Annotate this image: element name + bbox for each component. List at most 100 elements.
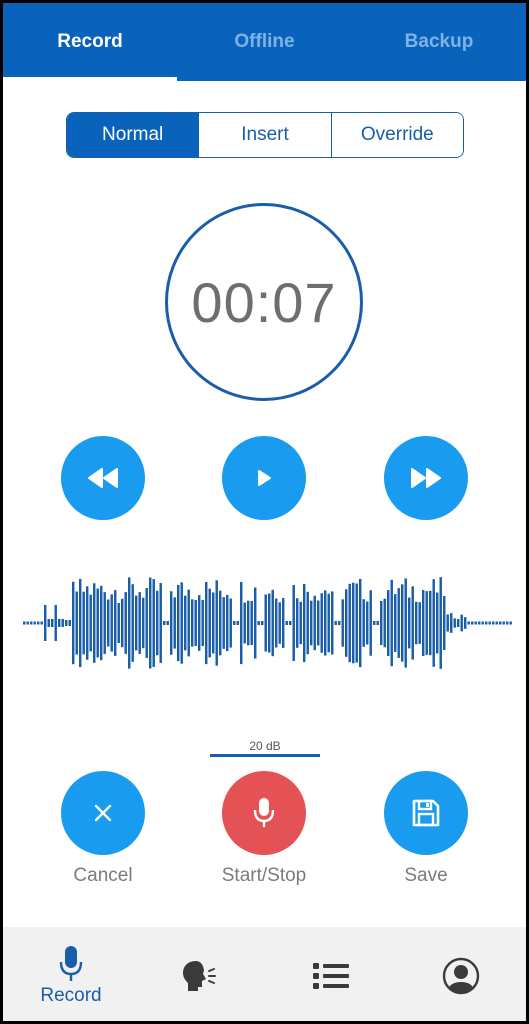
waveform-bar bbox=[250, 600, 253, 646]
waveform-bar bbox=[303, 583, 306, 663]
waveform-bar bbox=[404, 578, 407, 668]
mode-override[interactable]: Override bbox=[331, 113, 463, 157]
waveform-bar bbox=[79, 578, 82, 668]
waveform-bar bbox=[156, 590, 159, 656]
waveform-bar bbox=[257, 621, 260, 625]
waveform-bar bbox=[124, 592, 127, 654]
nav-profile[interactable] bbox=[396, 927, 526, 1021]
speech-icon bbox=[183, 960, 216, 991]
waveform-bar bbox=[334, 621, 337, 625]
waveform-bar bbox=[187, 589, 190, 657]
waveform-bar bbox=[44, 605, 47, 641]
waveform-bar bbox=[72, 581, 75, 665]
mode-insert[interactable]: Insert bbox=[199, 113, 332, 157]
waveform-bar bbox=[327, 593, 330, 653]
waveform-bar bbox=[359, 578, 362, 668]
waveform-bar bbox=[383, 598, 386, 648]
waveform-bar bbox=[453, 618, 456, 628]
waveform-bar bbox=[243, 602, 246, 644]
waveform-bar bbox=[152, 579, 155, 667]
waveform-bar bbox=[240, 581, 243, 665]
waveform-bar bbox=[229, 598, 232, 648]
waveform-bar bbox=[492, 621, 495, 625]
start-stop-label: Start/Stop bbox=[221, 865, 307, 886]
waveform-bar bbox=[89, 594, 92, 652]
waveform-bar bbox=[436, 592, 439, 654]
nav-record[interactable]: Record bbox=[6, 927, 136, 1021]
waveform-bar bbox=[173, 597, 176, 649]
waveform-bar bbox=[348, 583, 351, 663]
waveform-bar bbox=[506, 621, 509, 625]
waveform-bar bbox=[499, 621, 502, 625]
waveform-bar bbox=[271, 589, 274, 657]
waveform-bar bbox=[180, 582, 183, 664]
waveform-bar bbox=[310, 600, 313, 646]
cancel-button[interactable] bbox=[61, 771, 145, 855]
waveform-bar bbox=[138, 592, 141, 654]
profile-icon bbox=[442, 957, 480, 994]
waveform-bar bbox=[82, 591, 85, 655]
waveform-bar bbox=[488, 621, 491, 625]
waveform-bar bbox=[366, 601, 369, 645]
record-button[interactable] bbox=[222, 771, 306, 855]
waveform-bar bbox=[261, 621, 264, 625]
waveform-bar bbox=[222, 597, 225, 649]
waveform-bar bbox=[439, 577, 442, 669]
play-button[interactable] bbox=[222, 436, 306, 520]
waveform-bar bbox=[292, 584, 295, 662]
waveform-bar bbox=[397, 588, 400, 658]
waveform-bar bbox=[184, 595, 187, 651]
tab-backup[interactable]: Backup bbox=[352, 3, 526, 81]
waveform-bar bbox=[467, 621, 470, 625]
waveform-bar bbox=[194, 600, 197, 646]
cancel-label: Cancel bbox=[73, 865, 133, 886]
waveform-bar bbox=[313, 595, 316, 651]
waveform-bar bbox=[37, 621, 40, 625]
waveform-bar bbox=[509, 621, 512, 625]
waveform-bar bbox=[450, 613, 453, 633]
waveform-bar bbox=[145, 588, 148, 658]
waveform-bar bbox=[390, 579, 393, 667]
waveform-bar bbox=[131, 584, 134, 662]
rewind-button[interactable] bbox=[61, 436, 145, 520]
waveform-bar bbox=[166, 621, 169, 625]
save-label: Save bbox=[404, 865, 448, 886]
waveform-bar bbox=[425, 591, 428, 655]
tab-offline[interactable]: Offline bbox=[177, 3, 352, 81]
waveform-bar bbox=[373, 621, 376, 625]
waveform-bar bbox=[75, 591, 78, 655]
fast-forward-button[interactable] bbox=[384, 436, 468, 520]
waveform-bar bbox=[474, 621, 477, 625]
waveform-bar bbox=[233, 621, 236, 625]
waveform-bar bbox=[23, 621, 26, 625]
waveform-bar bbox=[149, 577, 152, 669]
waveform-bar bbox=[457, 618, 460, 627]
waveform-bar bbox=[65, 620, 68, 626]
waveform-bar bbox=[460, 614, 463, 632]
nav-dictation[interactable] bbox=[136, 927, 266, 1021]
waveform-bar bbox=[306, 591, 309, 655]
floppy-disk-icon bbox=[412, 799, 440, 827]
save-button[interactable] bbox=[384, 771, 468, 855]
waveform-bar bbox=[86, 586, 89, 660]
waveform-bar bbox=[341, 599, 344, 647]
waveform-bar bbox=[219, 590, 222, 656]
waveform-bar bbox=[268, 593, 271, 653]
nav-list[interactable] bbox=[266, 927, 396, 1021]
waveform-bar bbox=[198, 595, 201, 651]
timer-display: 00:07 bbox=[191, 270, 337, 334]
tab-record[interactable]: Record bbox=[3, 3, 177, 81]
waveform-bar bbox=[128, 577, 131, 669]
close-icon bbox=[94, 804, 112, 822]
waveform-bar bbox=[481, 621, 484, 625]
waveform-bar bbox=[464, 617, 467, 629]
mode-normal[interactable]: Normal bbox=[67, 113, 200, 157]
waveform-bar bbox=[369, 590, 372, 656]
timer-circle: 00:07 bbox=[165, 203, 363, 401]
waveform-bar bbox=[317, 600, 320, 646]
waveform-bar bbox=[380, 600, 383, 646]
waveform-bar bbox=[47, 619, 50, 627]
waveform-bar bbox=[215, 580, 218, 666]
waveform-bar bbox=[432, 579, 435, 667]
waveform-bar bbox=[121, 598, 124, 648]
